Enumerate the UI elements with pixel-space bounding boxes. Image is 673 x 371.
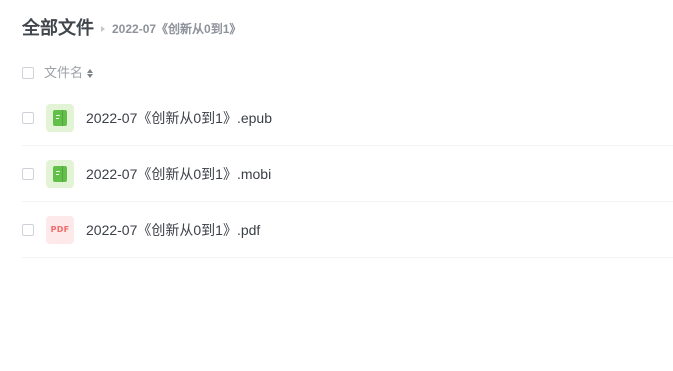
name-column-header[interactable]: 文件名	[44, 64, 83, 82]
select-all-checkbox[interactable]	[22, 67, 34, 79]
file-checkbox[interactable]	[22, 167, 34, 180]
file-row[interactable]: PDF 2022-07《创新从0到1》.pdf	[22, 202, 673, 258]
breadcrumb-current-folder: 2022-07《创新从0到1》	[112, 21, 242, 36]
file-row[interactable]: 2022-07《创新从0到1》.mobi	[22, 146, 673, 202]
file-list: 2022-07《创新从0到1》.epub 2022-07《创新从0到1》.mob…	[22, 90, 673, 258]
file-name[interactable]: 2022-07《创新从0到1》.mobi	[86, 164, 271, 184]
sort-icon[interactable]	[87, 68, 94, 78]
ebook-icon	[46, 103, 74, 132]
file-checkbox[interactable]	[22, 111, 34, 124]
list-header: 文件名	[22, 64, 94, 82]
file-checkbox[interactable]	[22, 223, 34, 236]
breadcrumb: 全部文件 2022-07《创新从0到1》	[22, 15, 241, 41]
file-browser: 全部文件 2022-07《创新从0到1》 文件名 2022-07《创新从0到1》…	[0, 0, 673, 371]
file-row[interactable]: 2022-07《创新从0到1》.epub	[22, 90, 673, 146]
file-name[interactable]: 2022-07《创新从0到1》.epub	[86, 108, 272, 128]
pdf-file-icon: PDF	[46, 215, 74, 244]
breadcrumb-separator-icon	[101, 26, 105, 32]
breadcrumb-root-link[interactable]: 全部文件	[22, 15, 94, 41]
ebook-icon	[46, 159, 74, 188]
pdf-icon-label: PDF	[50, 225, 70, 234]
file-name[interactable]: 2022-07《创新从0到1》.pdf	[86, 220, 260, 240]
